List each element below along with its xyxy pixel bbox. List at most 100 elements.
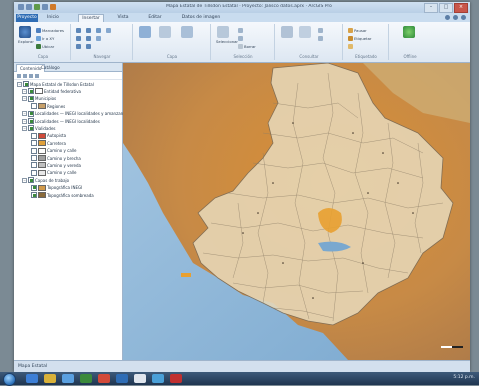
layer-visibility-checkbox[interactable] (31, 162, 37, 169)
layer-visibility-checkbox[interactable] (28, 125, 34, 132)
layer-visibility-checkbox[interactable] (31, 147, 37, 154)
tab-editar[interactable]: Editar (146, 14, 164, 22)
ubicar-button[interactable]: Ubicar (36, 43, 54, 49)
layer-visibility-checkbox[interactable] (28, 88, 34, 95)
layer-symbol-swatch[interactable] (38, 132, 46, 139)
help-icon[interactable] (453, 15, 458, 20)
layer-item[interactable]: Topográfica INEGI (27, 184, 82, 191)
fixed-zoom-in-button[interactable] (76, 43, 81, 49)
minimize-ribbon-icon[interactable] (461, 15, 466, 20)
layer-symbol-swatch[interactable] (38, 147, 46, 154)
expand-icon[interactable] (27, 105, 30, 108)
layer-visibility-checkbox[interactable] (28, 118, 34, 124)
rotate-button[interactable] (86, 35, 91, 41)
layer-visibility-checkbox[interactable] (31, 155, 37, 161)
expand-icon[interactable] (27, 171, 30, 174)
expand-icon[interactable]: − (22, 118, 27, 124)
layer-visibility-checkbox[interactable] (31, 140, 37, 147)
expand-icon[interactable] (27, 149, 30, 152)
account-icon[interactable] (445, 15, 450, 20)
layer-symbol-swatch[interactable] (38, 155, 46, 161)
explore-button[interactable]: Explorar (18, 26, 34, 48)
layer-item[interactable]: − Vialidades (22, 125, 56, 132)
explorer-taskbar-icon[interactable] (44, 374, 56, 383)
new-project-icon[interactable] (18, 4, 24, 10)
coordinate-button[interactable] (318, 35, 323, 41)
layer-item[interactable]: Autopista (27, 132, 66, 139)
layer-visibility-checkbox[interactable] (31, 184, 37, 191)
layer-item[interactable]: − Localidades — INEGI localidades y amanz… (22, 110, 133, 117)
measure-button[interactable] (298, 26, 312, 48)
close-button[interactable]: × (454, 3, 468, 13)
more-labels-button[interactable] (348, 43, 353, 49)
open-project-icon[interactable] (26, 4, 32, 10)
layer-item[interactable]: Topográfica sombreada (27, 192, 94, 198)
layer-symbol-swatch[interactable] (38, 162, 46, 169)
tab-datos-imagen[interactable]: Datos de imagen (179, 14, 223, 22)
next-extent-button[interactable] (96, 35, 101, 41)
powerpoint-taskbar-icon[interactable] (98, 374, 110, 383)
layer-visibility-checkbox[interactable] (28, 177, 34, 184)
pause-button[interactable]: Pausar (348, 27, 367, 33)
layer-visibility-checkbox[interactable] (31, 192, 37, 198)
select-by-location-button[interactable] (238, 35, 243, 41)
layer-visibility-checkbox[interactable] (23, 81, 29, 87)
marcadores-button[interactable]: Marcadores (36, 27, 64, 33)
download-map-button[interactable] (402, 26, 416, 48)
tab-catalogo[interactable]: Catálogo (38, 64, 63, 71)
layer-item[interactable]: Camino y calle (27, 147, 76, 154)
layer-symbol-swatch[interactable] (38, 140, 46, 147)
expand-icon[interactable] (27, 186, 30, 189)
pan-button[interactable] (76, 35, 81, 41)
expand-icon[interactable] (27, 194, 30, 197)
layer-visibility-checkbox[interactable] (31, 169, 37, 176)
tab-vista[interactable]: Vista (115, 14, 131, 22)
layer-item[interactable]: Camino y brecha (27, 155, 81, 161)
word-taskbar-icon[interactable] (116, 374, 128, 383)
source-icon[interactable] (35, 73, 39, 78)
layer-item[interactable]: − Mapa Estatal de Tillsdon Estatal (17, 81, 94, 87)
layer-visibility-checkbox[interactable] (31, 132, 37, 139)
filter-icon[interactable] (17, 73, 21, 78)
layer-symbol-swatch[interactable] (38, 192, 46, 198)
previous-extent-button[interactable] (106, 27, 111, 33)
ie-taskbar-icon[interactable] (26, 374, 38, 383)
excel-taskbar-icon[interactable] (80, 374, 92, 383)
undo-icon[interactable] (42, 4, 48, 10)
layer-item[interactable]: − Municipios (22, 95, 56, 102)
acrobat-taskbar-icon[interactable] (170, 374, 182, 383)
list-icon[interactable] (23, 73, 27, 78)
expand-icon[interactable]: − (22, 111, 27, 117)
map-canvas[interactable] (123, 63, 470, 360)
save-icon[interactable] (34, 4, 40, 10)
layer-item[interactable]: − Entidad federativa (22, 88, 81, 95)
map-view[interactable] (123, 63, 470, 360)
add-data-button[interactable] (138, 26, 152, 48)
redo-icon[interactable] (50, 4, 56, 10)
expand-icon[interactable]: − (22, 96, 27, 102)
infographics-button[interactable] (280, 26, 294, 48)
layer-symbol-swatch[interactable] (35, 88, 43, 95)
layer-visibility-checkbox[interactable] (28, 110, 34, 117)
clear-selection-button[interactable]: Borrar (238, 43, 256, 49)
tab-inicio[interactable]: Inicio (44, 14, 62, 22)
ir-xy-button[interactable]: Ir a XY (36, 35, 54, 41)
browser-taskbar-icon[interactable] (152, 374, 164, 383)
layer-visibility-checkbox[interactable] (28, 95, 34, 102)
expand-icon[interactable] (27, 157, 30, 160)
arcgis-taskbar-icon[interactable] (134, 374, 146, 383)
maximize-button[interactable]: □ (439, 3, 453, 13)
minimize-button[interactable]: – (424, 3, 438, 13)
expand-icon[interactable]: − (22, 177, 27, 183)
tab-proyecto[interactable]: Proyecto (16, 14, 38, 22)
layer-item[interactable]: − Capas de trabajo (22, 177, 69, 184)
zoom-in-button[interactable] (76, 27, 81, 33)
expand-icon[interactable] (27, 164, 30, 167)
locate-tool-button[interactable] (318, 27, 323, 33)
layer-item[interactable]: Camino y vereda (27, 162, 81, 169)
basemap-button[interactable] (158, 26, 172, 48)
start-button[interactable] (3, 373, 16, 386)
layer-symbol-swatch[interactable] (38, 169, 46, 176)
layer-symbol-swatch[interactable] (38, 103, 46, 110)
layer-item[interactable]: Regiones (27, 103, 65, 110)
